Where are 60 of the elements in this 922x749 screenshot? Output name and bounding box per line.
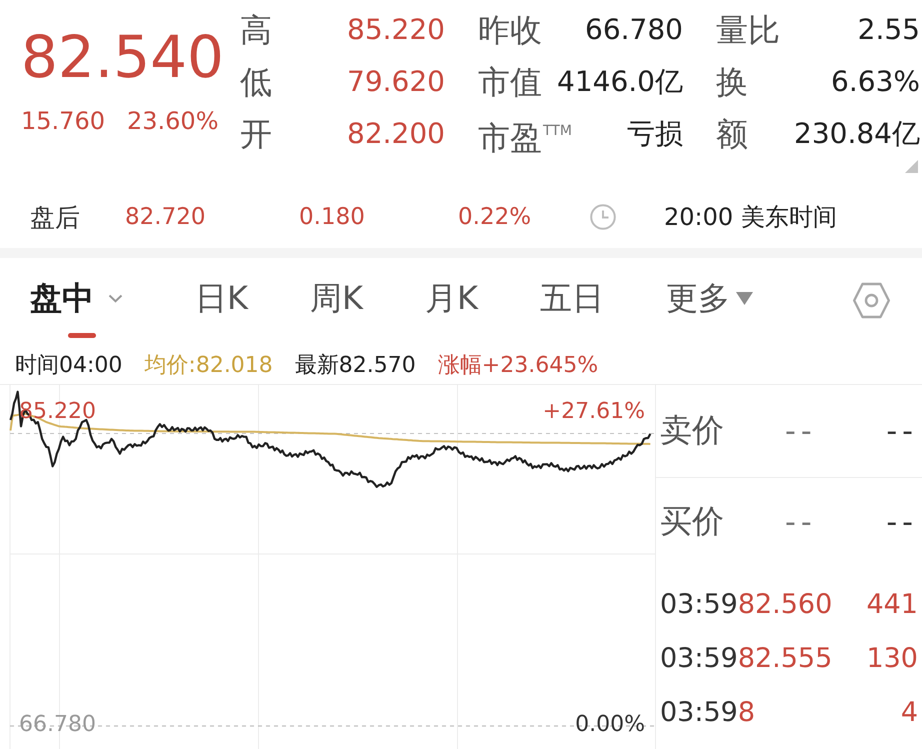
trade-price: 82.555: [738, 642, 832, 674]
chart-tab[interactable]: 五日: [540, 278, 604, 338]
dropdown-triangle-icon: [736, 292, 753, 304]
axis-percent-label: 0.00%: [575, 712, 645, 737]
trade-price: 82.560: [738, 588, 832, 620]
stat-value: 82.200: [347, 116, 445, 152]
trade-volume: 130: [866, 642, 918, 674]
stat-value: 85.220: [347, 12, 445, 48]
axis-percent-label: +27.61%: [542, 399, 645, 424]
chart-tab[interactable]: 更多: [666, 278, 753, 338]
order-price: --: [785, 414, 817, 448]
trade-time: 03:59: [660, 696, 738, 728]
last-price: 82.540: [21, 22, 225, 92]
chart-stat: 均价:82.018: [144, 352, 273, 380]
after-hours-price: 82.720: [125, 204, 206, 230]
stat-value: 亏损: [627, 116, 683, 152]
order-label: 卖价: [660, 410, 725, 451]
stat-value: 2.55: [858, 12, 920, 48]
trade-time: 03:59: [660, 588, 738, 620]
clock-icon: [590, 204, 616, 230]
order-price: --: [785, 504, 817, 540]
chart-stat: 涨幅+23.645%: [438, 352, 598, 380]
stat-value: 4146.0亿: [557, 64, 683, 100]
stat-value: 79.620: [347, 64, 445, 100]
percent-change: 23.60%: [126, 106, 218, 136]
trade-volume: 4: [900, 696, 918, 728]
order-volume: --: [886, 414, 918, 448]
order-volume: --: [886, 504, 918, 540]
stat-label: 高: [240, 10, 272, 50]
settings-icon[interactable]: [853, 282, 890, 319]
stat-value: 66.780: [585, 12, 683, 48]
stat-label: 量比: [716, 10, 780, 50]
stat-label: 市值: [478, 62, 542, 102]
chart-tab[interactable]: 月K: [424, 278, 478, 338]
order-label: 买价: [660, 501, 725, 542]
chart-tab[interactable]: 日K: [195, 278, 248, 338]
axis-price-label: 66.780: [19, 712, 96, 737]
trade-time: 03:59: [660, 642, 738, 674]
chevron-down-icon: [108, 294, 123, 302]
stat-label: 昨收: [478, 10, 542, 50]
trade-volume: 441: [866, 588, 918, 620]
axis-price-label: 85.220: [19, 399, 96, 424]
stat-label: 市盈$^{TTM}$: [478, 118, 572, 158]
stat-label: 额: [716, 114, 748, 154]
stat-value: 230.84亿: [794, 116, 920, 152]
corner-triangle-icon: [905, 160, 918, 173]
stat-value: 6.63%: [831, 64, 920, 100]
chart-tab[interactable]: 周K: [310, 278, 363, 338]
after-hours-time: 20:00 美东时间: [664, 202, 837, 233]
chart-stat: 时间04:00: [15, 352, 122, 380]
stat-label: 换: [716, 62, 748, 102]
chart-tab[interactable]: 盘中: [30, 278, 133, 338]
price-change: 15.760: [21, 106, 105, 136]
after-hours-percent: 0.22%: [458, 204, 532, 230]
stat-label: 开: [240, 114, 272, 154]
chart-stat: 最新82.570: [294, 352, 416, 380]
stat-label: 低: [240, 62, 272, 102]
after-hours-label: 盘后: [30, 202, 81, 234]
trade-price: 8: [738, 696, 755, 728]
after-hours-change: 0.180: [299, 204, 366, 230]
